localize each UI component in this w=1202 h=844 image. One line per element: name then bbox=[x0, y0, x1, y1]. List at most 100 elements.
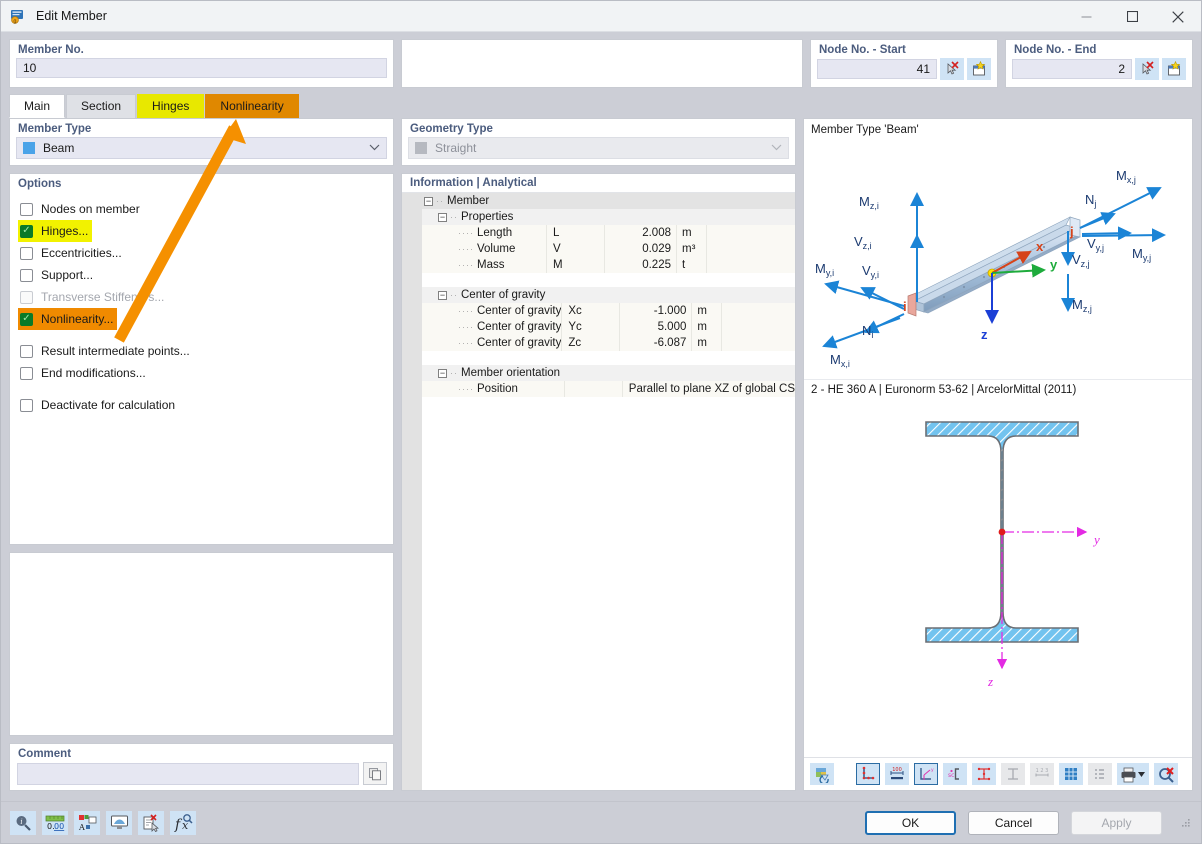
option-deactivate-for-calculation[interactable]: Deactivate for calculation bbox=[18, 394, 179, 416]
tree-connector: ···· bbox=[458, 381, 474, 397]
label-Mx-j: Mx,j bbox=[1116, 168, 1136, 185]
tree-row-properties[interactable]: − ·· Properties bbox=[422, 209, 795, 225]
grid-icon[interactable] bbox=[1059, 763, 1083, 785]
member-type-select[interactable]: Beam bbox=[16, 137, 387, 159]
right-column: Member Type 'Beam' bbox=[803, 118, 1193, 791]
tree-row-member-orientation-group[interactable]: − ·· Member orientation bbox=[422, 365, 795, 381]
view-mode-icon[interactable] bbox=[106, 811, 132, 835]
reset-zoom-icon[interactable] bbox=[1154, 763, 1178, 785]
resize-grip-icon[interactable] bbox=[1180, 817, 1192, 829]
display-properties-icon[interactable]: A bbox=[74, 811, 100, 835]
checkbox-icon[interactable] bbox=[20, 203, 33, 216]
stress-points-icon[interactable] bbox=[972, 763, 996, 785]
checkbox-icon[interactable] bbox=[20, 225, 33, 238]
tab-section[interactable]: Section bbox=[66, 94, 136, 118]
shear-center-icon[interactable]: sc bbox=[943, 763, 967, 785]
tree-connector: ·· bbox=[450, 365, 458, 381]
option-label: Nonlinearity... bbox=[41, 312, 113, 326]
comment-input[interactable] bbox=[17, 763, 359, 785]
left-blank-panel bbox=[9, 552, 394, 736]
node-start-input[interactable]: 41 bbox=[817, 59, 937, 79]
tree-row-center-of-gravity-group[interactable]: − ·· Center of gravity bbox=[422, 287, 795, 303]
checkbox-icon[interactable] bbox=[20, 345, 33, 358]
collapse-icon[interactable]: − bbox=[438, 291, 447, 300]
render-section-icon[interactable] bbox=[810, 763, 834, 785]
tree-connector: ···· bbox=[458, 303, 474, 319]
units-decimals-icon[interactable]: 0. 00 bbox=[42, 811, 68, 835]
new-node-icon[interactable] bbox=[1162, 58, 1186, 80]
member-no-input[interactable]: 10 bbox=[16, 58, 387, 78]
tree-row-symbol bbox=[564, 381, 622, 397]
tree-row-label: Length bbox=[477, 225, 512, 241]
tree-connector: ·· bbox=[450, 287, 458, 303]
force-arrow-Vy-i bbox=[862, 288, 904, 309]
collapse-icon[interactable]: − bbox=[424, 197, 433, 206]
tree-row-tail bbox=[721, 319, 795, 335]
information-title: Information | Analytical bbox=[402, 174, 795, 193]
info-search-icon[interactable]: i bbox=[10, 811, 36, 835]
axes-icon[interactable]: y bbox=[914, 763, 938, 785]
checkbox-icon[interactable] bbox=[20, 269, 33, 282]
option-support[interactable]: Support... bbox=[18, 264, 97, 286]
tree-row-position: ····Position Parallel to plane XZ of glo… bbox=[422, 381, 795, 397]
tree-connector: ···· bbox=[458, 319, 474, 335]
label-Vz-i: Vz,i bbox=[854, 234, 872, 251]
tree-row-label: Center of gravity bbox=[477, 335, 561, 351]
force-arrow-Vy-j bbox=[1082, 233, 1130, 234]
pick-node-icon[interactable] bbox=[940, 58, 964, 80]
tab-nonlinearity[interactable]: Nonlinearity bbox=[205, 94, 298, 118]
collapse-icon[interactable]: − bbox=[438, 213, 447, 222]
comment-label: Comment bbox=[10, 744, 393, 762]
tree-row-symbol: V bbox=[546, 241, 604, 257]
tab-main[interactable]: Main bbox=[9, 94, 65, 118]
maximize-button[interactable] bbox=[1109, 1, 1155, 32]
print-icon[interactable] bbox=[1117, 763, 1149, 785]
option-end-modifications[interactable]: End modifications... bbox=[18, 362, 150, 384]
formula-icon[interactable]: f x bbox=[170, 811, 196, 835]
tree-connector: ·· bbox=[450, 209, 458, 225]
footer-tool-buttons: i 0. 00 A bbox=[10, 811, 865, 835]
tree-row-tail bbox=[706, 257, 795, 273]
dialog-buttons: OK Cancel Apply bbox=[865, 811, 1192, 835]
reset-selection-icon[interactable] bbox=[138, 811, 164, 835]
collapse-icon[interactable]: − bbox=[438, 369, 447, 378]
member-3d-view[interactable]: x y z i j bbox=[804, 136, 1192, 379]
checkbox-icon[interactable] bbox=[20, 313, 33, 326]
checkbox-icon[interactable] bbox=[20, 399, 33, 412]
close-button[interactable] bbox=[1155, 1, 1201, 32]
minimize-button[interactable] bbox=[1063, 1, 1109, 32]
ok-button[interactable]: OK bbox=[865, 811, 956, 835]
dimensions-icon[interactable]: 100 bbox=[885, 763, 909, 785]
tree-row-label: Position bbox=[477, 381, 518, 397]
parts-icon bbox=[1001, 763, 1025, 785]
option-label: End modifications... bbox=[41, 366, 146, 380]
copy-comment-icon[interactable] bbox=[363, 762, 387, 785]
tree-connector bbox=[458, 350, 462, 366]
option-nodes-on-member[interactable]: Nodes on member bbox=[18, 198, 144, 220]
middle-column: Geometry Type Straight Information | Ana… bbox=[401, 118, 796, 791]
option-nonlinearity[interactable]: Nonlinearity... bbox=[18, 308, 117, 330]
tree-row-unit: m bbox=[691, 303, 721, 319]
section-outline-icon[interactable] bbox=[856, 763, 880, 785]
tree-row-unit: m bbox=[676, 225, 706, 241]
checkbox-icon[interactable] bbox=[20, 367, 33, 380]
tab-hinges[interactable]: Hinges bbox=[137, 94, 204, 118]
section-axis-label-z: z bbox=[987, 674, 993, 689]
tree-connector: ···· bbox=[458, 225, 474, 241]
dialog-body: Member Type Beam Options Nodes on member bbox=[1, 118, 1201, 791]
section-profile-view[interactable]: y z bbox=[804, 400, 1192, 757]
tree-row-tail bbox=[706, 225, 795, 241]
options-card: Options Nodes on member Hinges... Eccent… bbox=[9, 173, 394, 545]
edit-member-dialog: g Edit Member Member No. 10 Node No. - S… bbox=[0, 0, 1202, 844]
checkbox-icon[interactable] bbox=[20, 247, 33, 260]
node-end-input[interactable]: 2 bbox=[1012, 59, 1132, 79]
new-node-icon[interactable] bbox=[967, 58, 991, 80]
option-hinges[interactable]: Hinges... bbox=[18, 220, 92, 242]
option-result-intermediate-points[interactable]: Result intermediate points... bbox=[18, 340, 194, 362]
cancel-button[interactable]: Cancel bbox=[968, 811, 1059, 835]
tree-row-member[interactable]: − ·· Member bbox=[422, 193, 795, 209]
option-eccentricities[interactable]: Eccentricities... bbox=[18, 242, 126, 264]
tree-row-unit: m³ bbox=[676, 241, 706, 257]
tree-row-value: -1.000 bbox=[619, 303, 691, 319]
pick-node-icon[interactable] bbox=[1135, 58, 1159, 80]
